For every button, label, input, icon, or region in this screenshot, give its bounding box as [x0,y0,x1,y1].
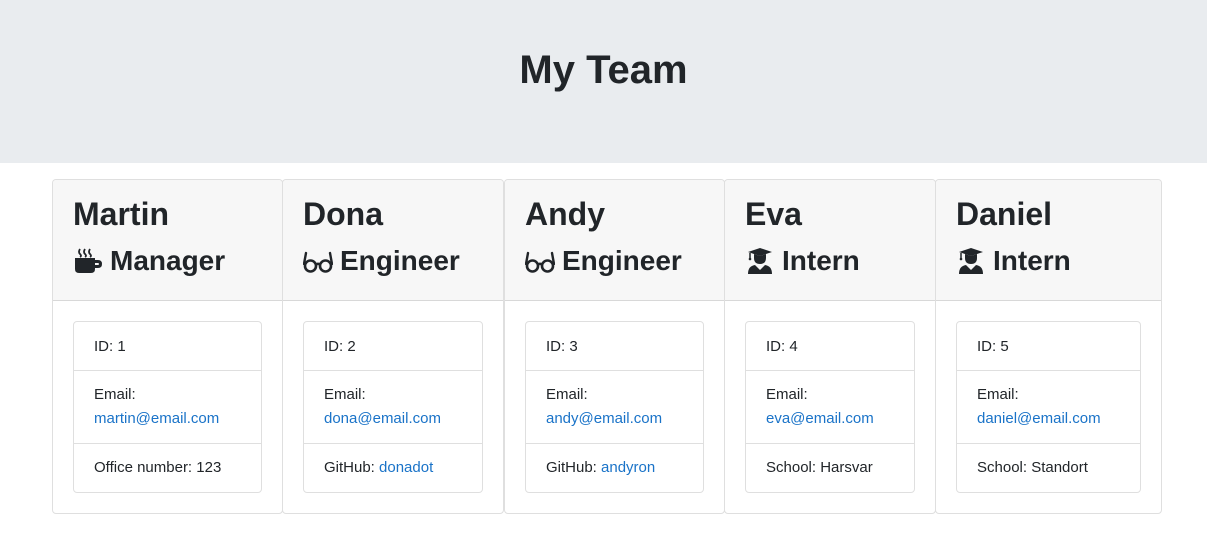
employee-role: Engineer [525,243,682,279]
coffee-icon [73,247,103,275]
employee-name: Martin [73,196,169,232]
page-title: My Team [519,48,688,92]
email-link[interactable]: eva@email.com [766,410,874,427]
employee-role: Intern [745,243,860,279]
employee-name: Andy [525,196,605,232]
email-label: Email: [324,386,366,403]
employee-role: Manager [73,243,225,279]
employee-role: Intern [956,243,1071,279]
role-label: Engineer [562,245,682,276]
employee-card: Martin Manager ID: 1 Email: martin@email… [52,179,283,514]
card-header: Eva Intern [725,180,935,301]
email-label: Email: [977,386,1019,403]
employee-id: ID: 5 [957,322,1140,371]
employee-details: ID: 3 Email: andy@email.com GitHub: andy… [525,321,704,493]
role-label: Intern [993,245,1071,276]
employee-email: Email: eva@email.com [746,371,914,444]
email-link[interactable]: martin@email.com [94,410,219,427]
extra-label: School: Harsvar [766,459,873,476]
email-label: Email: [546,386,588,403]
employee-card: Eva Intern ID: 4 Email: eva@email.com Sc… [724,179,936,514]
extra-label: School: Standort [977,459,1088,476]
employee-id: ID: 2 [304,322,482,371]
card-header: Dona Engineer [283,180,503,301]
email-link[interactable]: daniel@email.com [977,410,1101,427]
employee-email: Email: dona@email.com [304,371,482,444]
role-label: Manager [110,245,226,276]
employee-email: Email: daniel@email.com [957,371,1140,444]
github: GitHub: donadot [304,444,482,492]
role-label: Intern [782,245,860,276]
employee-details: ID: 5 Email: daniel@email.com School: St… [956,321,1141,493]
extra-label: GitHub: [324,459,380,476]
card-header: Daniel Intern [936,180,1161,301]
page-header: My Team [0,0,1207,163]
glasses-icon [525,247,555,275]
extra-label: GitHub: [546,459,602,476]
employee-details: ID: 4 Email: eva@email.com School: Harsv… [745,321,915,493]
graduate-icon [745,247,775,275]
employee-email: Email: martin@email.com [74,371,261,444]
employee-details: ID: 1 Email: martin@email.com Office num… [73,321,262,493]
github-link[interactable]: andyron [601,459,655,476]
role-label: Engineer [340,245,460,276]
employee-role: Engineer [303,243,460,279]
card-header: Martin Manager [53,180,282,301]
school: School: Standort [957,444,1140,492]
glasses-icon [303,247,333,275]
email-label: Email: [94,386,136,403]
employee-email: Email: andy@email.com [526,371,703,444]
email-link[interactable]: andy@email.com [546,410,662,427]
employee-name: Eva [745,196,802,232]
graduate-icon [956,247,986,275]
employee-card: Daniel Intern ID: 5 Email: daniel@email.… [935,179,1162,514]
card-header: Andy Engineer [505,180,724,301]
employee-id: ID: 3 [526,322,703,371]
email-label: Email: [766,386,808,403]
office-number: Office number: 123 [74,444,261,492]
employee-name: Daniel [956,196,1053,232]
github-link[interactable]: donadot [379,459,433,476]
employee-card: Andy Engineer ID: 3 Email: andy@email.co… [504,179,725,514]
employee-name: Dona [303,196,383,232]
extra-label: Office number: 123 [94,459,222,476]
employee-id: ID: 4 [746,322,914,371]
school: School: Harsvar [746,444,914,492]
employee-details: ID: 2 Email: dona@email.com GitHub: dona… [303,321,483,493]
email-link[interactable]: dona@email.com [324,410,441,427]
employee-id: ID: 1 [74,322,261,371]
github: GitHub: andyron [526,444,703,492]
employee-card: Dona Engineer ID: 2 Email: dona@email.co… [282,179,504,514]
